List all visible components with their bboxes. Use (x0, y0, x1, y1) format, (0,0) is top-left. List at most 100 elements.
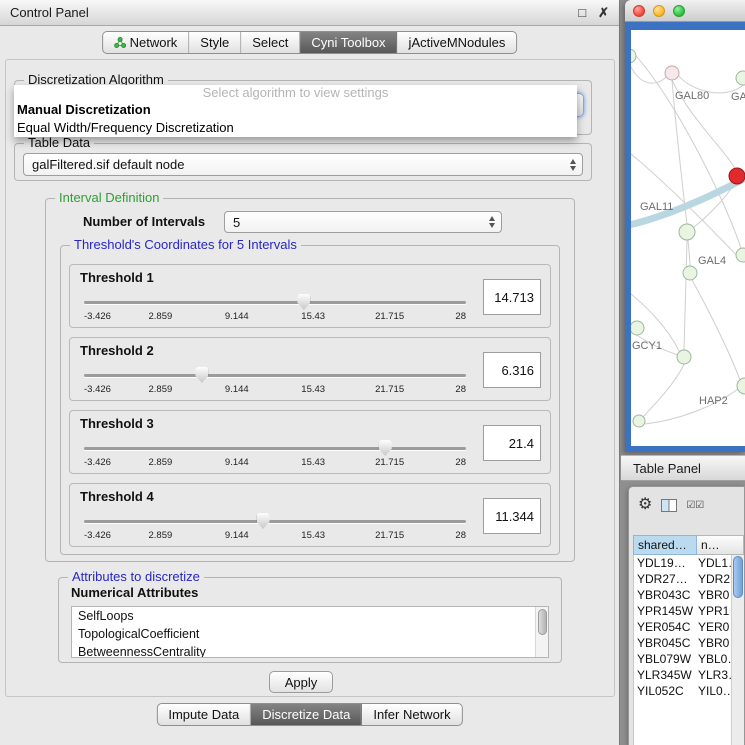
table-data-combobox-value: galFiltered.sif default node (32, 157, 184, 172)
threshold-value-box[interactable]: 14.713 (483, 279, 541, 315)
attribute-list-item[interactable]: SelfLoops (72, 607, 548, 625)
table-cell[interactable]: YLR3… (696, 668, 731, 682)
table-scrollbar[interactable] (731, 555, 744, 745)
table-cell[interactable]: YDL1… (696, 556, 731, 570)
network-node[interactable] (631, 49, 636, 63)
threshold-value-box[interactable]: 11.344 (483, 498, 541, 534)
bottom-tab-infer-network[interactable]: Infer Network (362, 704, 461, 725)
slider-track[interactable] (84, 301, 466, 304)
network-node[interactable] (729, 168, 745, 184)
slider-track[interactable] (84, 447, 466, 450)
table-cell[interactable]: YPR1… (696, 604, 731, 618)
tab-style[interactable]: Style (189, 32, 241, 53)
network-node[interactable] (665, 66, 679, 80)
table-cell[interactable]: YDR2… (696, 572, 731, 586)
table-cell[interactable]: YBL0… (696, 652, 731, 666)
network-edge[interactable] (688, 240, 690, 266)
number-of-intervals-combobox[interactable]: 5 (224, 211, 502, 233)
apply-button[interactable]: Apply (269, 671, 333, 693)
table-cell[interactable]: YIL052C (634, 684, 696, 698)
table-row[interactable]: YBR043CYBR0… (634, 587, 731, 603)
bottom-tab-impute-data[interactable]: Impute Data (157, 704, 251, 725)
control-panel-tabs: NetworkStyleSelectCyni ToolboxjActiveMNo… (102, 31, 518, 54)
slider-ticks: -3.4262.8599.14415.4321.71528 (84, 384, 466, 396)
table-cell[interactable]: YBR0… (696, 588, 731, 602)
table-cell[interactable]: YER054C (634, 620, 696, 634)
select-columns-icon[interactable]: ☑☑ (686, 500, 704, 511)
table-cell[interactable]: YDR27… (634, 572, 696, 586)
slider-tick-label: 21.715 (375, 457, 404, 468)
network-canvas[interactable]: GAL80GALGAL11GAL4GCY1HAP2 (631, 30, 745, 446)
table-cell[interactable]: YDL19… (634, 556, 696, 570)
network-window-titlebar[interactable] (625, 0, 745, 22)
close-window-icon[interactable]: ✗ (598, 5, 609, 21)
tab-jactivemnodules[interactable]: jActiveMNodules (398, 32, 517, 53)
minimize-traffic-light-icon[interactable] (653, 5, 665, 17)
threshold-value-box[interactable]: 21.4 (483, 425, 541, 461)
network-edge[interactable] (692, 280, 740, 380)
table-cell[interactable]: YER0… (696, 620, 731, 634)
node-label: HAP2 (699, 395, 728, 407)
table-row[interactable]: YBL079WYBL0… (634, 651, 731, 667)
network-node[interactable] (631, 321, 644, 335)
table-row[interactable]: YPR145WYPR1… (634, 603, 731, 619)
slider-thumb[interactable] (195, 367, 208, 383)
attributes-scrollbar-thumb[interactable] (538, 609, 547, 635)
table-cell[interactable]: YBL079W (634, 652, 696, 666)
tab-network[interactable]: Network (103, 32, 190, 53)
network-node[interactable] (737, 378, 745, 394)
slider-thumb[interactable] (257, 513, 270, 529)
table-cell[interactable]: YLR345W (634, 668, 696, 682)
network-node[interactable] (736, 248, 745, 262)
threshold-panel: Threshold 1-3.4262.8599.14415.4321.71528… (69, 264, 551, 328)
attribute-items: SelfLoopsTopologicalCoefficientBetweenne… (72, 607, 548, 658)
slider-tick-label: 2.859 (149, 530, 173, 541)
attribute-list-item[interactable]: BetweennessCentrality (72, 643, 548, 658)
float-window-icon[interactable]: □ (578, 5, 586, 20)
slider-track[interactable] (84, 374, 466, 377)
algorithm-option[interactable]: Equal Width/Frequency Discretization (14, 119, 577, 137)
columns-icon[interactable] (661, 499, 677, 512)
table-row[interactable]: YER054CYER0… (634, 619, 731, 635)
numerical-attributes-list[interactable]: SelfLoopsTopologicalCoefficientBetweenne… (71, 606, 549, 658)
close-traffic-light-icon[interactable] (633, 5, 645, 17)
network-edge[interactable] (684, 240, 687, 350)
network-node[interactable] (633, 415, 645, 427)
table-cell[interactable]: YIL0… (696, 684, 731, 698)
table-cell[interactable]: YPR145W (634, 604, 696, 618)
zoom-traffic-light-icon[interactable] (673, 5, 685, 17)
network-node[interactable] (677, 350, 691, 364)
slider-track[interactable] (84, 520, 466, 523)
attribute-list-item[interactable]: TopologicalCoefficient (72, 625, 548, 643)
network-node[interactable] (683, 266, 697, 280)
table-column-header[interactable]: n… (697, 535, 744, 555)
table-scrollbar-thumb[interactable] (733, 556, 743, 598)
numerical-attributes-label: Numerical Attributes (71, 585, 198, 600)
tab-select[interactable]: Select (241, 32, 300, 53)
tab-cyni-toolbox[interactable]: Cyni Toolbox (300, 32, 397, 53)
slider-thumb[interactable] (379, 440, 392, 456)
table-row[interactable]: YDR27…YDR2… (634, 571, 731, 587)
table-row[interactable]: YIL052CYIL0… (634, 683, 731, 699)
table-column-header[interactable]: shared… (633, 535, 697, 555)
table-row[interactable]: YLR345WYLR3… (634, 667, 731, 683)
slider-tick-label: 9.144 (225, 384, 249, 395)
table-cell[interactable]: YBR0… (696, 636, 731, 650)
table-cell[interactable]: YBR043C (634, 588, 696, 602)
table-cell[interactable]: YBR045C (634, 636, 696, 650)
table-data-combobox[interactable]: galFiltered.sif default node (23, 153, 583, 176)
threshold-value-box[interactable]: 6.316 (483, 352, 541, 388)
slider-thumb[interactable] (297, 294, 310, 310)
gear-icon[interactable]: ⚙ (638, 497, 652, 513)
network-node[interactable] (736, 71, 745, 85)
table-row[interactable]: YDL19…YDL1… (634, 555, 731, 571)
network-node[interactable] (679, 224, 695, 240)
network-edge[interactable] (643, 364, 684, 417)
network-edge[interactable] (631, 63, 667, 83)
table-data-group: Table Data galFiltered.sif default node (14, 143, 592, 181)
bottom-tab-discretize-data[interactable]: Discretize Data (251, 704, 362, 725)
attributes-group-label: Attributes to discretize (68, 569, 204, 584)
table-row[interactable]: YBR045CYBR0… (634, 635, 731, 651)
algorithm-option[interactable]: Manual Discretization (14, 101, 577, 119)
attributes-scrollbar[interactable] (535, 607, 548, 657)
